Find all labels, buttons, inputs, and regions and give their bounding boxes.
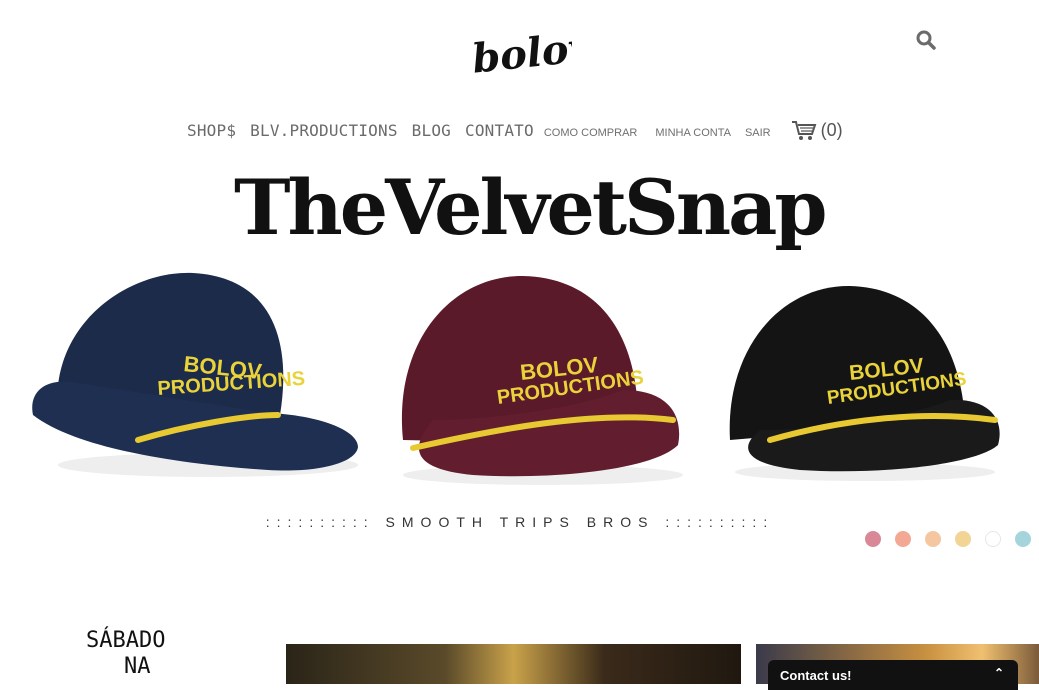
swatch-salmon[interactable] <box>895 531 911 547</box>
banner-title: TheVelvetSnap <box>234 163 828 252</box>
side-handwritten-text: SÁBADO NA <box>86 628 165 680</box>
chat-label: Contact us! <box>780 668 852 683</box>
nav-contato[interactable]: CONTATO <box>465 121 534 140</box>
color-swatches <box>865 531 1039 547</box>
cap-burgundy-image[interactable]: BOLOV PRODUCTIONS <box>393 270 693 490</box>
nav-como-comprar[interactable]: COMO COMPRAR <box>544 122 638 139</box>
banner-tagline: :::::::::: SMOOTH TRIPS BROS :::::::::: <box>265 514 775 530</box>
thumbnail-photo-1[interactable] <box>286 644 741 684</box>
cart-icon <box>791 121 817 140</box>
cap-navy-image[interactable]: BOLOV PRODUCTIONS <box>18 265 363 485</box>
nav-blog[interactable]: BLOG <box>412 121 451 140</box>
swatch-yellow[interactable] <box>955 531 971 547</box>
chevron-up-icon: ⌃ <box>993 666 1004 680</box>
bolovo-logo[interactable]: bolovo <box>468 14 572 86</box>
logo-text: bolovo <box>470 21 572 83</box>
cart-button[interactable]: (0) <box>791 119 843 141</box>
cart-count: (0) <box>820 119 843 140</box>
swatch-pink[interactable] <box>865 531 881 547</box>
nav-shop[interactable]: SHOP$ <box>187 121 236 140</box>
side-text-line-2: NA <box>124 654 151 679</box>
side-text-line-1: SÁBADO <box>86 628 166 653</box>
nav-blv-productions[interactable]: BLV.PRODUCTIONS <box>250 121 398 140</box>
cap-black-image[interactable]: BOLOV PRODUCTIONS <box>720 280 1005 485</box>
swatch-peach[interactable] <box>925 531 941 547</box>
search-icon[interactable] <box>914 28 938 52</box>
nav-sair[interactable]: SAIR <box>745 122 771 139</box>
swatch-white[interactable] <box>985 531 1001 547</box>
main-nav: SHOP$ BLV.PRODUCTIONS BLOG CONTATO COMO … <box>187 116 843 144</box>
contact-chat-widget[interactable]: Contact us! ⌃ <box>768 660 1018 690</box>
swatch-light-blue[interactable] <box>1015 531 1031 547</box>
nav-minha-conta[interactable]: MINHA CONTA <box>655 122 731 139</box>
